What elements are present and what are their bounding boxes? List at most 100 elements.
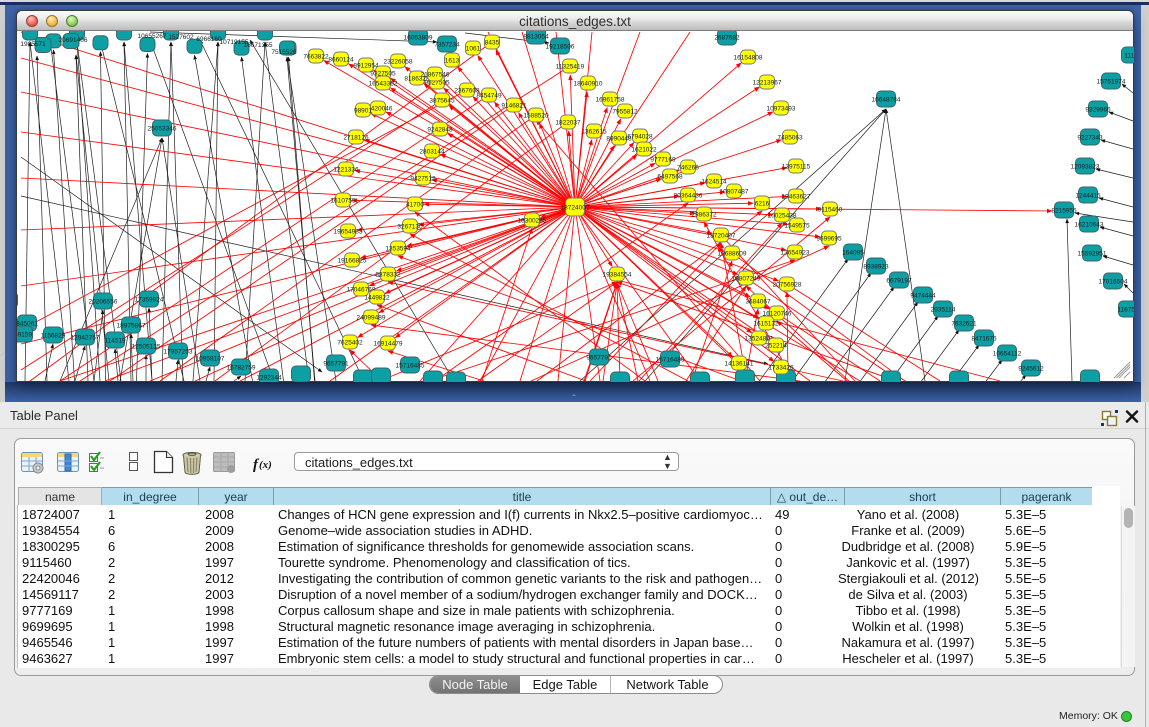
svg-text:39159: 39159 — [17, 331, 32, 338]
svg-text:1292344: 1292344 — [256, 374, 282, 381]
svg-text:17016504: 17016504 — [1099, 278, 1128, 285]
svg-text:9242848: 9242848 — [427, 126, 453, 133]
svg-text:9227343: 9227343 — [1077, 134, 1103, 141]
svg-text:6216: 6216 — [755, 200, 770, 207]
svg-text:18300295: 18300295 — [518, 217, 547, 224]
svg-text:252214: 252214 — [765, 342, 787, 349]
svg-text:17359924: 17359924 — [135, 296, 164, 303]
svg-text:2687682: 2687682 — [714, 34, 740, 41]
svg-text:19166825: 19166825 — [338, 257, 367, 264]
svg-text:9699695: 9699695 — [816, 235, 842, 242]
svg-text:(x): (x) — [259, 459, 272, 471]
svg-text:10688609: 10688609 — [718, 250, 747, 257]
svg-text:98901: 98901 — [354, 107, 372, 114]
svg-text:1613: 1613 — [445, 57, 460, 64]
svg-text:11325419: 11325419 — [556, 63, 585, 70]
svg-text:8912954: 8912954 — [353, 62, 379, 69]
svg-text:15751974: 15751974 — [1097, 78, 1126, 85]
svg-text:7632621: 7632621 — [951, 320, 977, 327]
svg-text:19654983: 19654983 — [334, 228, 363, 235]
svg-text:746266: 746266 — [677, 164, 699, 171]
svg-text:13975115: 13975115 — [782, 163, 811, 170]
svg-text:2803144: 2803144 — [419, 148, 445, 155]
svg-text:16914479: 16914479 — [374, 340, 403, 347]
svg-text:9427512: 9427512 — [410, 175, 436, 182]
svg-text:1353594: 1353594 — [385, 245, 411, 252]
svg-text:1588520: 1588520 — [523, 112, 549, 119]
svg-text:19463627: 19463627 — [782, 193, 811, 200]
svg-text:16648784: 16648784 — [872, 96, 901, 103]
svg-text:1449822: 1449822 — [364, 294, 390, 301]
svg-text:1244415: 1244415 — [1075, 192, 1101, 199]
svg-text:15716485: 15716485 — [656, 356, 685, 363]
svg-text:18975867: 18975867 — [117, 322, 146, 329]
svg-text:8660124: 8660124 — [328, 56, 354, 63]
svg-text:1733426: 1733426 — [768, 364, 794, 371]
svg-text:12505135: 12505135 — [132, 343, 161, 350]
svg-text:16671355: 16671355 — [244, 42, 273, 49]
svg-text:19218506: 19218506 — [546, 43, 575, 50]
svg-text:8878332: 8878332 — [375, 271, 401, 278]
svg-text:1610755: 1610755 — [330, 197, 356, 204]
svg-text:6679197: 6679197 — [886, 277, 912, 284]
svg-text:15720407: 15720407 — [707, 232, 736, 239]
svg-text:15716485: 15716485 — [396, 362, 425, 369]
svg-text:7663822: 7663822 — [303, 53, 329, 60]
svg-text:6794028: 6794028 — [627, 133, 653, 140]
svg-text:16961758: 16961758 — [596, 96, 625, 103]
svg-text:1527602: 1527602 — [168, 34, 194, 41]
svg-text:16782759: 16782759 — [227, 364, 256, 371]
svg-text:18807249: 18807249 — [732, 275, 761, 282]
svg-text:10958107: 10958107 — [196, 355, 225, 362]
svg-text:12093823: 12093823 — [1071, 163, 1100, 170]
svg-text:1117: 1117 — [1124, 52, 1134, 59]
svg-text:2718126: 2718126 — [343, 134, 369, 141]
svg-text:8938923: 8938923 — [863, 263, 889, 270]
svg-text:17957253: 17957253 — [164, 348, 193, 355]
svg-text:20691406: 20691406 — [59, 37, 88, 44]
svg-text:25053346: 25053346 — [148, 125, 177, 132]
svg-text:7625402: 7625402 — [337, 339, 363, 346]
svg-text:10807487: 10807487 — [720, 188, 749, 195]
svg-text:14136141: 14136141 — [725, 360, 754, 367]
svg-text:9329966: 9329966 — [1085, 106, 1111, 113]
svg-text:23226058: 23226058 — [384, 58, 413, 65]
svg-text:1221336: 1221336 — [333, 166, 359, 173]
svg-text:10973493: 10973493 — [767, 105, 796, 112]
svg-text:24099489: 24099489 — [357, 314, 386, 321]
svg-text:1621022: 1621022 — [631, 146, 657, 153]
svg-text:3684067: 3684067 — [745, 298, 771, 305]
svg-text:20364436: 20364436 — [674, 192, 703, 199]
svg-text:7485063: 7485063 — [777, 134, 803, 141]
svg-text:8813054: 8813054 — [523, 33, 549, 40]
svg-text:2986372: 2986372 — [691, 211, 717, 218]
svg-text:8471676: 8471676 — [971, 335, 997, 342]
svg-text:114519: 114519 — [104, 337, 126, 344]
svg-text:1624514: 1624514 — [701, 178, 727, 185]
svg-text:8435: 8435 — [485, 39, 500, 46]
svg-text:9657791: 9657791 — [586, 354, 612, 361]
svg-text:116753: 116753 — [1117, 306, 1134, 313]
svg-text:12213967: 12213967 — [753, 79, 782, 86]
svg-text:1549575: 1549575 — [784, 222, 810, 229]
svg-text:9245612: 9245612 — [1018, 365, 1044, 372]
svg-text:20756928: 20756928 — [773, 281, 802, 288]
svg-text:19384554: 19384554 — [603, 271, 632, 278]
svg-text:12942757: 12942757 — [71, 334, 100, 341]
svg-text:13654923: 13654923 — [781, 249, 810, 256]
svg-text:1061: 1061 — [466, 45, 481, 52]
svg-text:9146821: 9146821 — [501, 102, 527, 109]
svg-text:8215955: 8215955 — [1051, 207, 1077, 214]
svg-text:7515526: 7515526 — [271, 49, 297, 56]
svg-text:41700: 41700 — [406, 201, 424, 208]
svg-text:16053809: 16053809 — [404, 34, 433, 41]
svg-text:16210643: 16210643 — [1075, 221, 1104, 228]
svg-text:1362615: 1362615 — [581, 128, 607, 135]
svg-text:21867546: 21867546 — [421, 71, 450, 78]
svg-text:9777169: 9777169 — [650, 156, 676, 163]
svg-text:20206556: 20206556 — [89, 298, 118, 305]
svg-text:6497568: 6497568 — [657, 173, 683, 180]
svg-text:7955812: 7955812 — [612, 108, 638, 115]
svg-text:1822037: 1822037 — [555, 119, 581, 126]
svg-text:7357234: 7357234 — [434, 41, 460, 48]
